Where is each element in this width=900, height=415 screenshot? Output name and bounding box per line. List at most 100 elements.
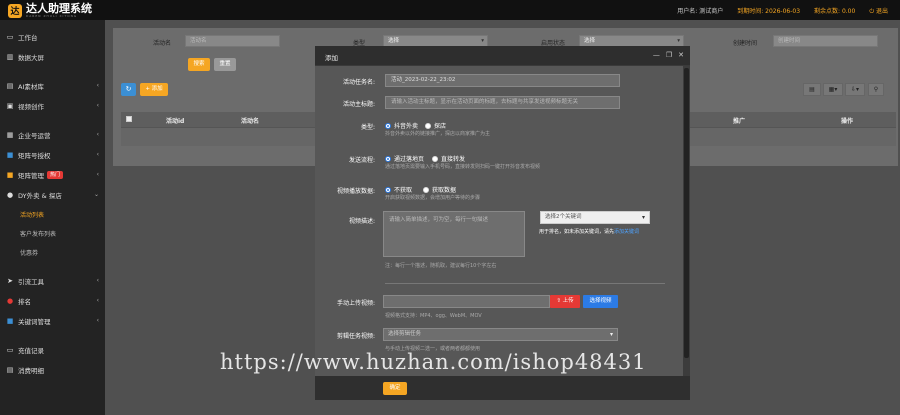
- clip-select[interactable]: 选择剪辑任务 ▾: [383, 328, 618, 341]
- refresh-button[interactable]: ↻: [121, 83, 136, 96]
- export-icon: ⇩▾: [850, 86, 860, 93]
- sidebar-item-data-screen[interactable]: ▥ 数据大屏: [0, 47, 105, 67]
- sidebar-item-matrix-manage[interactable]: ■ 矩阵管理 热门 ‹: [0, 165, 105, 185]
- table-icon: ▤: [809, 86, 815, 93]
- col-actions: 操作: [841, 118, 854, 125]
- wallet-icon: ▭: [6, 346, 14, 354]
- table-view-button[interactable]: ▤: [803, 83, 821, 96]
- sidebar-item-rank[interactable]: ● 排名 ‹: [0, 291, 105, 311]
- upload-path-input[interactable]: [383, 295, 550, 308]
- choose-video-button[interactable]: 选择视频: [583, 295, 618, 308]
- type-option-visit[interactable]: 探店: [425, 121, 446, 130]
- created-time-input[interactable]: 创建时间: [773, 35, 878, 47]
- add-button[interactable]: + 添加: [140, 83, 168, 96]
- sidebar-item-recharge[interactable]: ▭ 充值记录: [0, 340, 105, 360]
- expire-label: 到期时间: 2026-06-03: [737, 8, 801, 15]
- maximize-icon[interactable]: ❐: [666, 51, 672, 59]
- col-activity-id: 活动id: [166, 118, 185, 125]
- created-time-label: 创建时间: [733, 40, 758, 47]
- rank-icon: ●: [6, 297, 14, 305]
- app-title: 达人助理系统: [26, 1, 92, 15]
- radio-on-icon: [385, 186, 391, 193]
- chevron-left-icon: ‹: [96, 131, 99, 138]
- fetch-option-yes[interactable]: 获取数据: [423, 185, 456, 194]
- sidebar-item-traffic-tools[interactable]: ➤ 引流工具 ‹: [0, 271, 105, 291]
- flow-hint: 通过落地页需要输入手机号码，直接转发则扫码一键打开抖音发布视频: [385, 164, 541, 170]
- divider: [385, 283, 665, 284]
- video-icon: ▣: [6, 102, 14, 110]
- chevron-down-icon: ▾: [641, 214, 645, 221]
- modal-body: 活动任务名: 活动_2023-02-22_23:02 活动主标题: 请输入活动主…: [315, 66, 683, 376]
- flow-option-direct[interactable]: 直接转发: [432, 154, 465, 163]
- minimize-icon[interactable]: —: [653, 51, 660, 59]
- logo-icon: 达: [8, 3, 22, 18]
- sidebar-sub-activity-list[interactable]: 活动列表: [0, 205, 105, 224]
- sidebar-item-video-create[interactable]: ▣ 视频创作 ‹: [0, 96, 105, 116]
- scroll-thumb[interactable]: [684, 68, 689, 358]
- task-name-label: 活动任务名:: [342, 79, 375, 86]
- chevron-left-icon: ‹: [96, 171, 99, 178]
- subtitle-input[interactable]: 请输入活动主标题，显示在活动页面的标题，去标题与共享发送视频标题无关: [385, 96, 620, 109]
- modal-footer: 确定: [315, 376, 690, 400]
- flow-label: 发送流程:: [348, 157, 375, 164]
- top-bar: 达 达人助理系统 DAREN ZHULI XITONG 用户名: 测试商户 到期…: [0, 0, 900, 20]
- activity-name-label: 活动名: [153, 40, 172, 47]
- fetch-option-no[interactable]: 不获取: [385, 185, 412, 194]
- modal-controls: — ❐ ✕: [653, 51, 684, 59]
- chevron-left-icon: ‹: [96, 317, 99, 324]
- chevron-down-icon: ▾: [481, 38, 484, 44]
- chart-icon: ▥: [6, 53, 14, 61]
- search-button[interactable]: 搜索: [188, 58, 210, 71]
- sidebar-item-enterprise[interactable]: ▦ 企业号运营 ‹: [0, 125, 105, 145]
- sidebar-sub-coupon[interactable]: 优惠券: [0, 243, 105, 262]
- submit-button[interactable]: 确定: [383, 382, 407, 395]
- col-activity-name: 活动名: [241, 118, 260, 125]
- chevron-left-icon: ‹: [96, 277, 99, 284]
- upload-button[interactable]: ⇧ 上传: [550, 295, 580, 308]
- sidebar-item-dy-store[interactable]: ● DY外卖 & 探店 ⌄: [0, 185, 105, 205]
- export-button[interactable]: ⇩▾: [845, 83, 865, 96]
- sidebar-item-dashboard[interactable]: ▭ 工作台: [0, 27, 105, 47]
- type-option-takeout[interactable]: 抖音外卖: [385, 121, 418, 130]
- points-label: 剩余点数: 0.00: [814, 8, 856, 15]
- sidebar-item-ai-library[interactable]: ▤ AI素材库 ‹: [0, 76, 105, 96]
- app-logo[interactable]: 达 达人助理系统 DAREN ZHULI XITONG: [8, 3, 92, 18]
- tag-icon: ■: [6, 317, 14, 325]
- close-icon[interactable]: ✕: [678, 51, 684, 59]
- receipt-icon: ▤: [6, 366, 14, 374]
- chevron-left-icon: ‹: [96, 297, 99, 304]
- modal-scrollbar[interactable]: [683, 66, 690, 376]
- col-promote: 推广: [733, 118, 746, 125]
- logout-link[interactable]: ⏻ 退出: [869, 6, 888, 16]
- sidebar-item-consumption[interactable]: ▤ 消费明细: [0, 360, 105, 380]
- radio-on-icon: [385, 122, 391, 129]
- refresh-icon: ↻: [125, 85, 132, 93]
- modal-title: 添加: [325, 54, 338, 62]
- radio-off-icon: [423, 186, 429, 193]
- chevron-down-icon: ▾: [609, 331, 613, 338]
- flow-option-landing[interactable]: 通过落地页: [385, 154, 424, 163]
- columns-button[interactable]: ▦▾: [823, 83, 843, 96]
- sidebar-item-matrix-auth[interactable]: ■ 矩阵号授权 ‹: [0, 145, 105, 165]
- upload-label: 手动上传视频:: [336, 300, 375, 307]
- monitor-icon: ▭: [6, 33, 14, 41]
- reset-button[interactable]: 重置: [214, 58, 236, 71]
- activity-name-input[interactable]: 活动名: [185, 35, 280, 47]
- desc-label: 视频描述:: [348, 218, 375, 225]
- task-name-input[interactable]: 活动_2023-02-22_23:02: [385, 74, 620, 87]
- columns-icon: ▦▾: [828, 86, 838, 93]
- upload-hint: 视频格式支持：MP4、ogg、WebM、MOV: [385, 313, 482, 319]
- subtitle-label: 活动主标题:: [342, 101, 375, 108]
- key-icon: ■: [6, 151, 14, 159]
- sidebar-sub-customer-list[interactable]: 客户发布列表: [0, 224, 105, 243]
- select-all-checkbox[interactable]: [126, 116, 132, 122]
- keyword-select[interactable]: 选择2个关键词 ▾: [540, 211, 650, 224]
- fetch-label: 视频播放数据:: [336, 188, 375, 195]
- desc-note: 注：每行一个描述，随机取，建议每行10个字左右: [385, 263, 497, 269]
- chevron-left-icon: ‹: [96, 82, 99, 89]
- desc-textarea[interactable]: 请输入简单描述，可为空，每行一句描述: [383, 211, 525, 257]
- add-keyword-link[interactable]: 添加关键词: [614, 229, 639, 235]
- search-toggle-button[interactable]: ⚲: [868, 83, 884, 96]
- sidebar-item-keywords[interactable]: ■ 关键词管理 ‹: [0, 311, 105, 331]
- logout-icon: ⏻: [869, 8, 876, 15]
